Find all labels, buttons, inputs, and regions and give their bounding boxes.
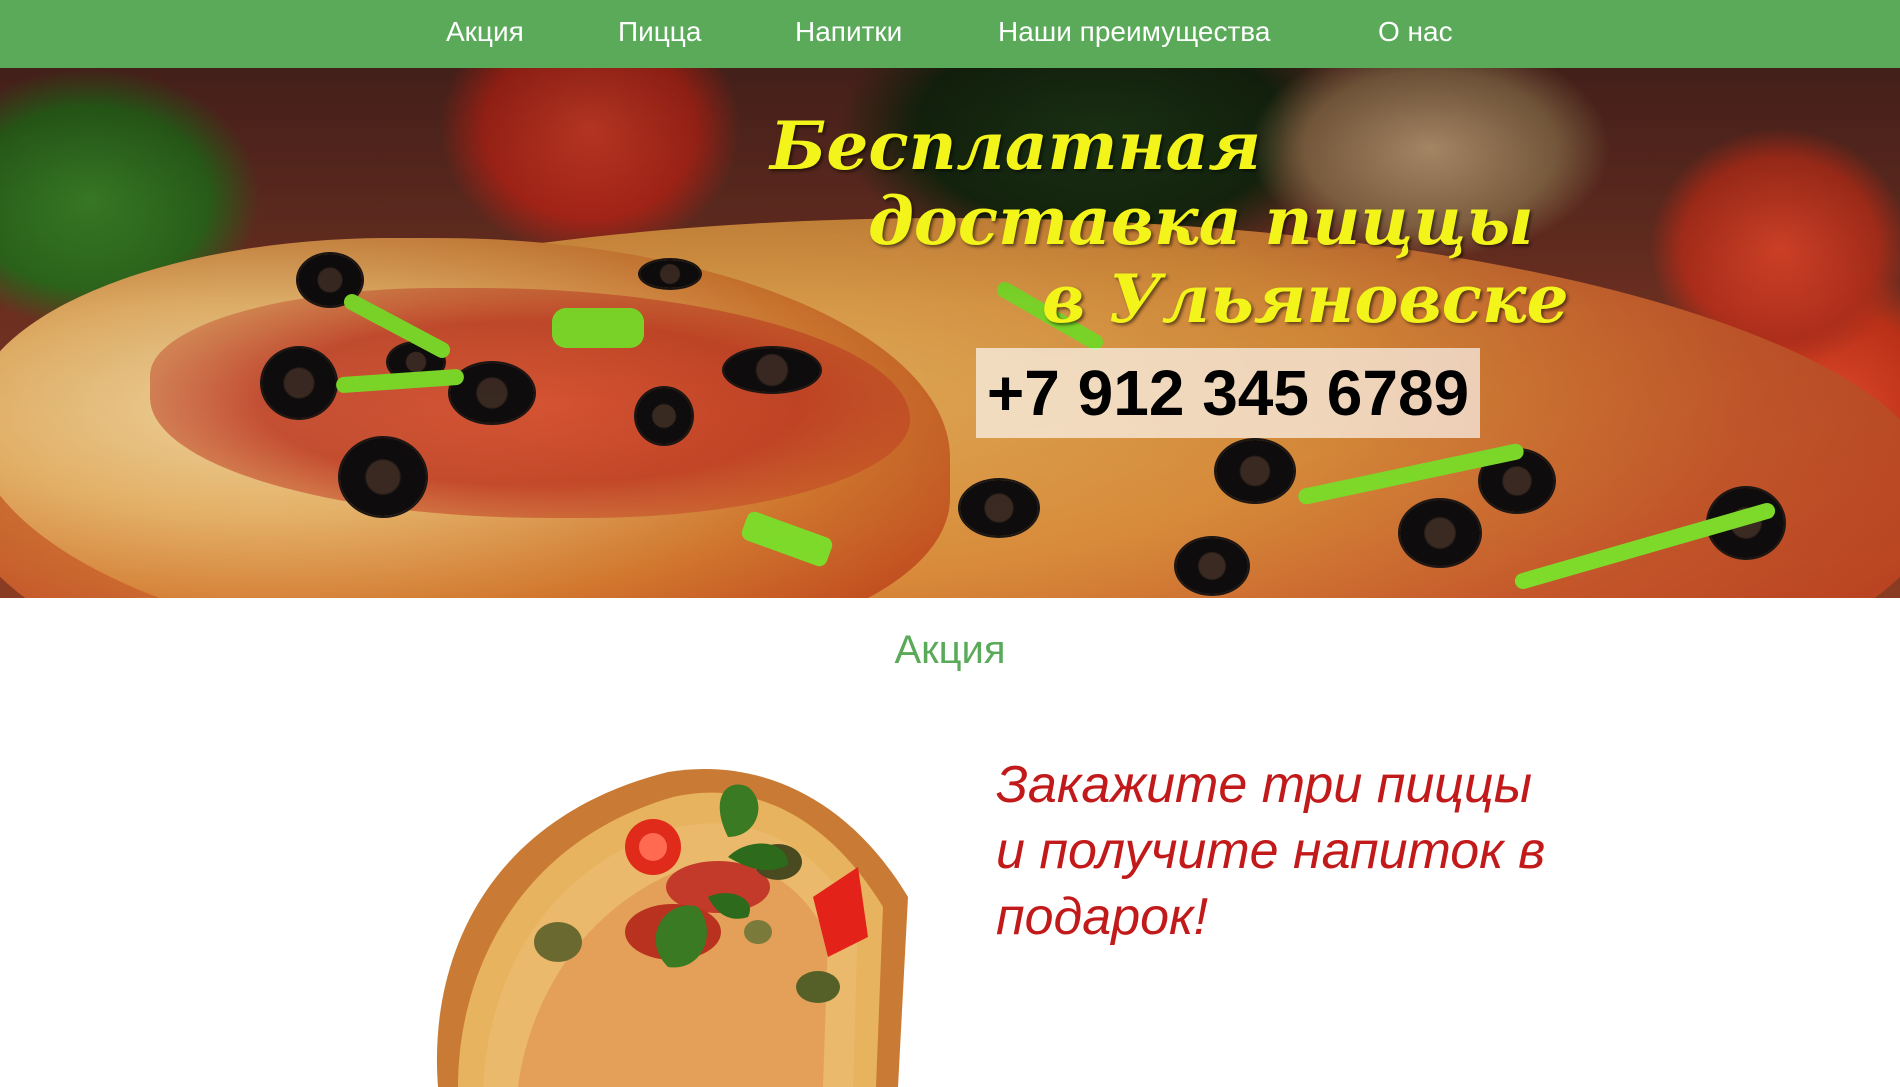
- main-nav: Акция Пицца Напитки Наши преимущества О …: [0, 0, 1900, 68]
- nav-item-pizza[interactable]: Пицца: [618, 0, 701, 68]
- promo-pizza-image: [436, 768, 908, 1087]
- section-title-akciya: Акция: [894, 628, 1006, 672]
- promo-offer-text: Закажите три пиццы и получите напиток в …: [996, 756, 1546, 946]
- phone-number[interactable]: +7 912 345 6789: [976, 348, 1480, 438]
- nav-item-akciya[interactable]: Акция: [446, 0, 524, 68]
- nav-item-about[interactable]: О нас: [1378, 0, 1453, 68]
- hero-title-line-1: Бесплатная: [770, 107, 1261, 185]
- hero-banner: Бесплатная доставка пиццы в Ульяновске +…: [0, 68, 1900, 598]
- hero-title-line-3: в Ульяновске: [1042, 260, 1569, 338]
- nav-item-advantages[interactable]: Наши преимущества: [998, 0, 1270, 68]
- nav-item-drinks[interactable]: Напитки: [795, 0, 902, 68]
- hero-title-line-2: доставка пиццы: [868, 182, 1534, 260]
